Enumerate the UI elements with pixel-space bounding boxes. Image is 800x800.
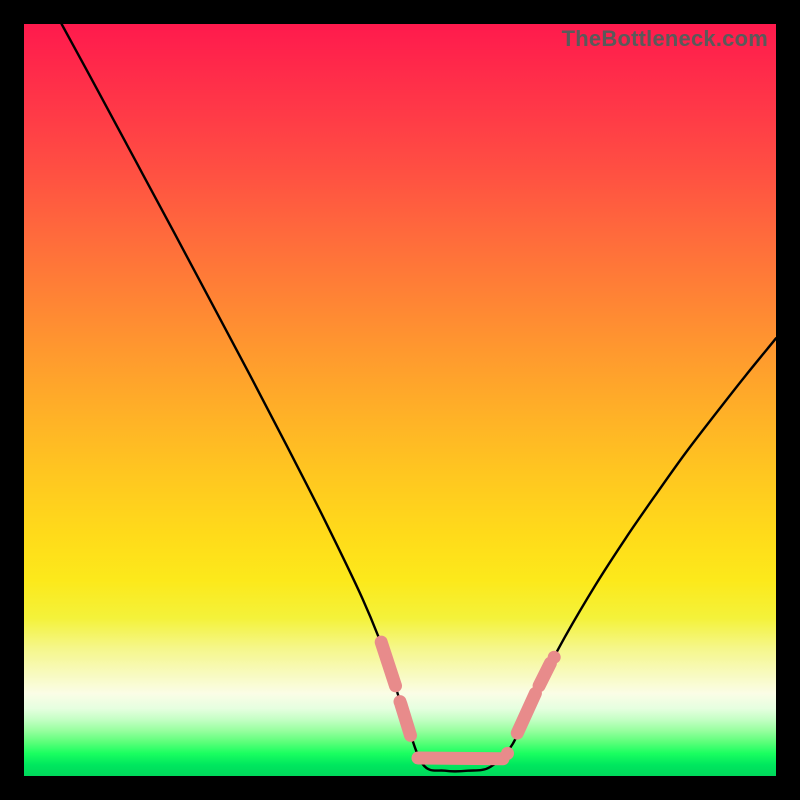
marker-segment	[418, 758, 503, 759]
marker-segment	[381, 642, 395, 686]
marker-dot	[501, 747, 514, 760]
marker-segment	[539, 663, 550, 686]
marker-segment	[517, 693, 535, 733]
chart-plot-area: TheBottleneck.com	[24, 24, 776, 776]
chart-frame: TheBottleneck.com	[0, 0, 800, 800]
curve-path	[62, 24, 776, 771]
marker-dot	[548, 651, 561, 664]
curve-markers	[381, 642, 561, 760]
marker-dot	[394, 695, 407, 708]
chart-svg	[24, 24, 776, 776]
marker-segment	[401, 704, 411, 736]
